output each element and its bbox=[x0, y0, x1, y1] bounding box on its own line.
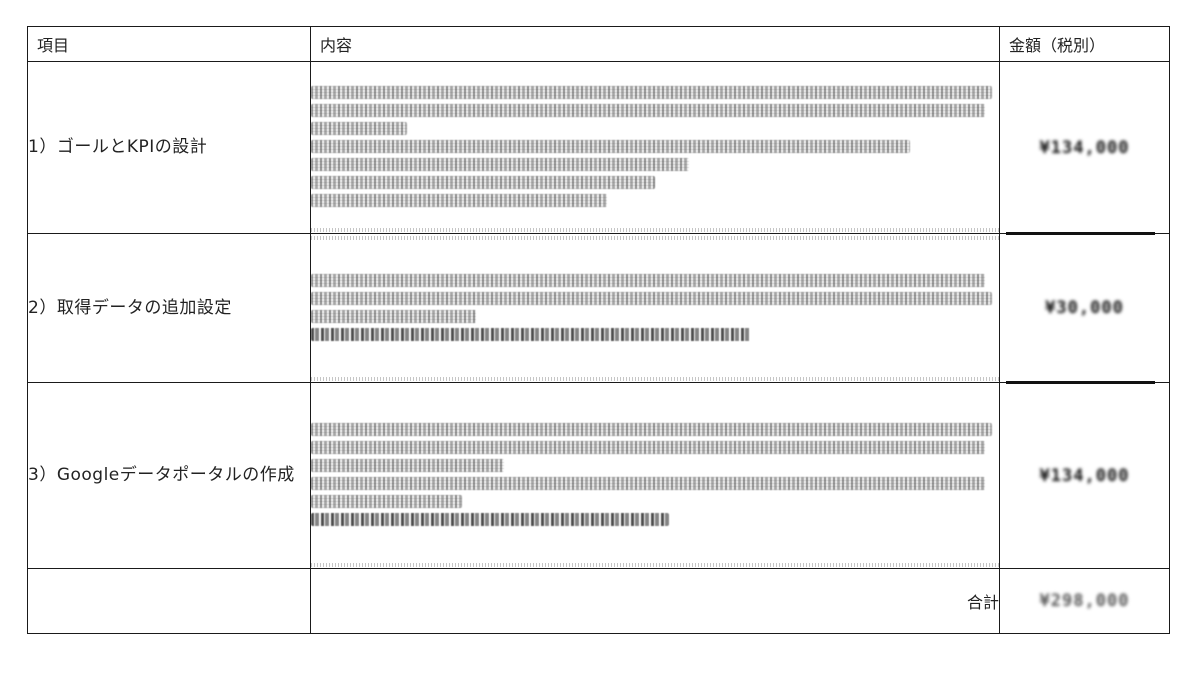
header-content: 内容 bbox=[310, 26, 1000, 62]
amount-value: ¥30,000 bbox=[1045, 298, 1124, 318]
redacted-text-line bbox=[311, 140, 910, 153]
row-amount: ¥30,000 bbox=[999, 233, 1170, 384]
redacted-text-line bbox=[311, 86, 993, 99]
redacted-text-line bbox=[311, 459, 504, 472]
header-amount: 金額（税別） bbox=[999, 26, 1170, 62]
redacted-text-line bbox=[311, 122, 408, 135]
table-row: 2）取得データの追加設定 ¥30,000 bbox=[27, 233, 1170, 384]
row-content-redacted bbox=[310, 382, 1000, 569]
redacted-text-line bbox=[311, 309, 477, 323]
row-content-redacted bbox=[310, 233, 1000, 383]
row-amount: ¥134,000 bbox=[999, 61, 1170, 235]
redaction-noise bbox=[311, 236, 999, 240]
total-label: 合計 bbox=[310, 568, 1000, 634]
redacted-text-line bbox=[311, 423, 993, 436]
redaction-noise bbox=[311, 377, 999, 381]
table-row: 3）Googleデータポータルの作成 ¥134,000 bbox=[27, 382, 1170, 569]
redacted-text-line bbox=[311, 477, 986, 490]
row-item-label: 2）取得データの追加設定 bbox=[27, 233, 311, 383]
redacted-text-line bbox=[311, 104, 986, 117]
redacted-text-line bbox=[311, 441, 986, 454]
total-row: 合計 ¥298,000 bbox=[27, 568, 1170, 634]
amount-value: ¥134,000 bbox=[1039, 137, 1130, 158]
header-item: 項目 bbox=[27, 26, 311, 62]
redaction-noise bbox=[311, 228, 999, 232]
estimate-table: 項目 内容 金額（税別） 1）ゴールとKPIの設計 ¥134,000 2）取得デ… bbox=[27, 26, 1170, 634]
redacted-text-line bbox=[311, 291, 993, 305]
table-row: 1）ゴールとKPIの設計 ¥134,000 bbox=[27, 61, 1170, 235]
redacted-text-line bbox=[311, 327, 752, 341]
redacted-text-line bbox=[311, 273, 986, 287]
row-amount: ¥134,000 bbox=[999, 382, 1170, 569]
redacted-text-line bbox=[311, 513, 669, 526]
redacted-text-line bbox=[311, 176, 655, 189]
redaction-noise bbox=[311, 563, 999, 567]
redacted-text-line bbox=[311, 158, 690, 171]
redacted-text-line bbox=[311, 194, 607, 207]
amount-value: ¥134,000 bbox=[1039, 465, 1130, 486]
total-empty-cell bbox=[27, 568, 311, 634]
table-header-row: 項目 内容 金額（税別） bbox=[27, 26, 1170, 62]
row-content-redacted bbox=[310, 61, 1000, 234]
total-amount-value: ¥298,000 bbox=[1039, 591, 1130, 611]
row-item-label: 1）ゴールとKPIの設計 bbox=[27, 61, 311, 234]
total-amount-cell: ¥298,000 bbox=[999, 568, 1170, 634]
redacted-text-line bbox=[311, 495, 463, 508]
row-item-label: 3）Googleデータポータルの作成 bbox=[27, 382, 311, 569]
